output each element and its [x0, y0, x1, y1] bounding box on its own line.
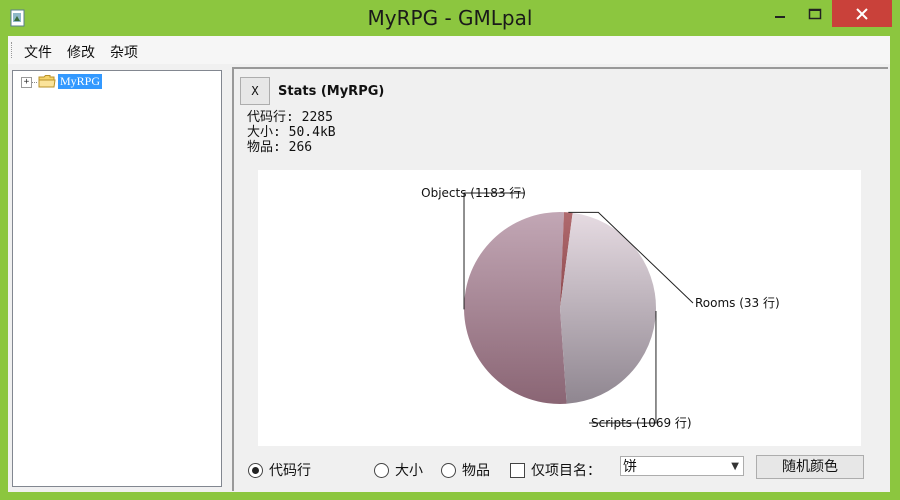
pie-chart: Objects (1183 行) Rooms (33 行) Scripts (106… [421, 186, 780, 430]
radio-size-label: 大小 [395, 463, 423, 479]
chart-type-select[interactable]: 饼 ▼ [620, 456, 744, 476]
maximize-icon [808, 8, 822, 20]
minimize-button[interactable] [765, 0, 795, 28]
close-button[interactable] [832, 0, 892, 27]
project-tree[interactable]: + MyRPG [12, 70, 222, 487]
radio-items[interactable] [441, 463, 456, 478]
minimize-icon [775, 16, 785, 18]
project-names-only-checkbox[interactable] [510, 463, 525, 478]
chart-type-value: 饼 [623, 459, 637, 475]
menu-edit[interactable]: 修改 [67, 42, 95, 62]
menu-grip [11, 42, 15, 58]
client-area: + MyRPG X Stats (MyRPG) 代码行: 2285 大小: 50… [8, 64, 890, 492]
radio-items-label: 物品 [462, 463, 490, 479]
pie-label-scripts: Scripts (1069 行) [591, 416, 692, 430]
stat-lines: 代码行: 2285 [247, 110, 333, 125]
stat-size: 大小: 50.4kB [247, 125, 336, 140]
menu-file[interactable]: 文件 [24, 42, 52, 62]
tree-item-root[interactable]: MyRPG [58, 74, 103, 89]
stat-items: 物品: 266 [247, 140, 313, 155]
tree-connector [32, 82, 37, 83]
tree-expand-toggle[interactable]: + [21, 77, 32, 88]
random-color-button[interactable]: 随机颜色 [756, 455, 864, 479]
project-names-only-label: 仅项目名： [531, 463, 601, 479]
stats-title: Stats (MyRPG) [278, 84, 385, 99]
app-window: MyRPG - GMLpal 文件 修改 杂项 + MyRPG X Stats [0, 0, 900, 500]
maximize-button[interactable] [800, 0, 830, 28]
pie-slice-scripts [560, 212, 656, 404]
close-panel-button[interactable]: X [240, 77, 270, 105]
chevron-down-icon: ▼ [731, 461, 739, 472]
close-icon [856, 7, 868, 20]
pie-label-rooms: Rooms (33 行) [695, 296, 780, 310]
pie-label-objects: Objects (1183 行) [421, 186, 526, 200]
folder-icon [38, 75, 56, 88]
radio-size[interactable] [374, 463, 389, 478]
pie-slice-objects [464, 211, 567, 404]
radio-code-lines[interactable] [248, 463, 263, 478]
menu-misc[interactable]: 杂项 [110, 42, 138, 62]
title-bar[interactable]: MyRPG - GMLpal [0, 0, 900, 36]
chart-area: Objects (1183 行) Rooms (33 行) Scripts (106… [258, 170, 861, 446]
menu-bar: 文件 修改 杂项 [8, 36, 890, 64]
chart-controls: 代码行 大小 物品 仅项目名： 饼 ▼ 随机颜色 [234, 455, 888, 487]
stats-panel: X Stats (MyRPG) 代码行: 2285 大小: 50.4kB 物品:… [232, 67, 888, 491]
radio-code-lines-label: 代码行 [269, 463, 311, 479]
